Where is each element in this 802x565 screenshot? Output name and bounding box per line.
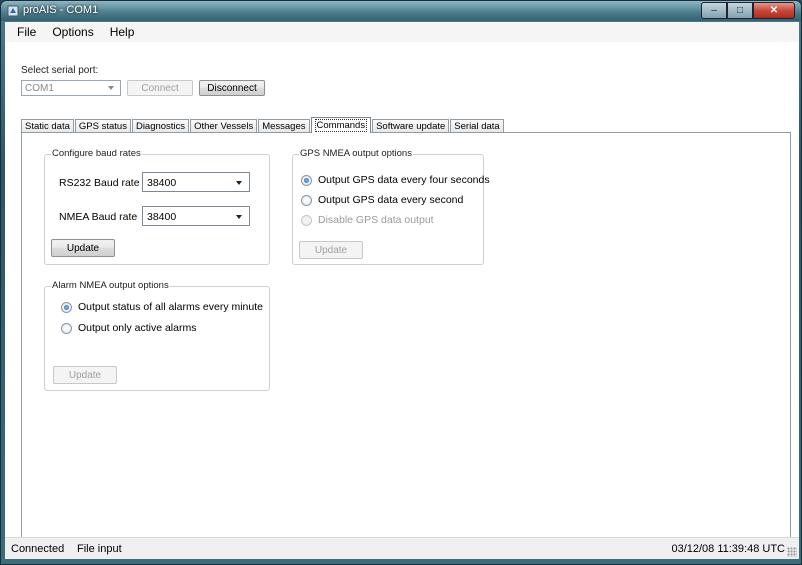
tab-commands[interactable]: Commands xyxy=(310,117,372,133)
nmea-baud-label: NMEA Baud rate xyxy=(59,211,138,223)
baud-update-button[interactable]: Update xyxy=(51,239,115,257)
radio-label: Output only active alarms xyxy=(78,322,197,334)
nmea-baud-value: 38400 xyxy=(147,211,177,223)
radio-label: Disable GPS data output xyxy=(318,214,434,226)
tab-label: Commands xyxy=(314,119,368,132)
menu-file[interactable]: File xyxy=(17,25,36,39)
minimize-button[interactable]: – xyxy=(701,2,727,19)
commands-tab-page: Configure baud rates RS232 Baud rate 384… xyxy=(21,132,791,540)
gps-nmea-group: GPS NMEA output options Output GPS data … xyxy=(292,148,490,265)
tab-strip: Static data GPS status Diagnostics Other… xyxy=(21,117,505,133)
maximize-button[interactable]: □ xyxy=(727,2,753,19)
tab-messages[interactable]: Messages xyxy=(258,119,310,133)
alarm-option-active-only[interactable]: Output only active alarms xyxy=(61,322,196,334)
gps-option-disable[interactable]: Disable GPS data output xyxy=(301,214,434,226)
connection-status: Connected xyxy=(11,543,65,555)
tab-label: Software update xyxy=(376,121,446,132)
status-datetime: 03/12/08 11:39:48 UTC xyxy=(671,543,785,555)
tab-label: Serial data xyxy=(454,121,500,132)
rs232-baud-value: 38400 xyxy=(147,177,177,189)
tab-static-data[interactable]: Static data xyxy=(21,119,74,133)
tab-label: Diagnostics xyxy=(135,121,186,132)
app-window: proAIS - COM1 – □ ✕ File Options Help Se… xyxy=(0,0,802,565)
tab-serial-data[interactable]: Serial data xyxy=(450,119,504,133)
gps-option-four-seconds[interactable]: Output GPS data every four seconds xyxy=(301,174,490,186)
radio-unselected-icon xyxy=(301,194,312,206)
radio-selected-icon xyxy=(301,174,312,186)
menu-options[interactable]: Options xyxy=(52,25,93,39)
tab-label: GPS status xyxy=(78,121,127,132)
serial-port-select[interactable]: COM1 xyxy=(21,80,121,96)
radio-label: Output status of all alarms every minute xyxy=(78,301,263,313)
tab-label: Static data xyxy=(25,121,70,132)
dropdown-arrow-icon xyxy=(108,86,114,90)
status-bar: Connected File input 03/12/08 11:39:48 U… xyxy=(5,537,799,559)
alarm-nmea-group-title: Alarm NMEA output options xyxy=(51,280,170,291)
tab-software-update[interactable]: Software update xyxy=(372,119,450,133)
radio-unselected-icon xyxy=(301,214,312,226)
resize-grip-icon[interactable] xyxy=(787,547,797,557)
radio-unselected-icon xyxy=(61,322,72,334)
baud-rate-group: Configure baud rates RS232 Baud rate 384… xyxy=(44,148,270,265)
tab-other-vessels[interactable]: Other Vessels xyxy=(190,119,258,133)
alarm-option-all-every-minute[interactable]: Output status of all alarms every minute xyxy=(61,301,263,313)
title-bar[interactable]: proAIS - COM1 – □ ✕ xyxy=(1,1,801,21)
nmea-baud-select[interactable]: 38400 xyxy=(142,206,250,226)
tab-gps-status[interactable]: GPS status xyxy=(74,119,131,133)
rs232-baud-select[interactable]: 38400 xyxy=(142,172,250,192)
client-area: File Options Help Select serial port: CO… xyxy=(5,22,799,559)
input-source-status: File input xyxy=(77,543,122,555)
dropdown-arrow-icon xyxy=(236,181,242,185)
window-title: proAIS - COM1 xyxy=(23,4,99,16)
alarm-update-button[interactable]: Update xyxy=(53,366,117,384)
radio-label: Output GPS data every four seconds xyxy=(318,174,490,186)
close-button[interactable]: ✕ xyxy=(753,2,795,19)
connect-button[interactable]: Connect xyxy=(127,80,193,96)
serial-port-label: Select serial port: xyxy=(21,65,99,76)
app-icon xyxy=(7,5,19,17)
dropdown-arrow-icon xyxy=(236,215,242,219)
gps-nmea-group-title: GPS NMEA output options xyxy=(299,148,413,159)
baud-rate-group-title: Configure baud rates xyxy=(51,148,142,159)
radio-label: Output GPS data every second xyxy=(318,194,464,206)
serial-port-value: COM1 xyxy=(25,83,54,94)
tab-label: Other Vessels xyxy=(194,121,254,132)
menu-help[interactable]: Help xyxy=(110,25,135,39)
radio-selected-icon xyxy=(61,301,72,313)
rs232-baud-label: RS232 Baud rate xyxy=(59,177,140,189)
gps-update-button[interactable]: Update xyxy=(299,241,363,259)
tab-diagnostics[interactable]: Diagnostics xyxy=(131,119,190,133)
menu-bar: File Options Help xyxy=(5,22,799,42)
disconnect-button[interactable]: Disconnect xyxy=(199,80,265,96)
alarm-nmea-group: Alarm NMEA output options Output status … xyxy=(44,280,270,391)
gps-option-every-second[interactable]: Output GPS data every second xyxy=(301,194,463,206)
tab-label: Messages xyxy=(262,121,306,132)
